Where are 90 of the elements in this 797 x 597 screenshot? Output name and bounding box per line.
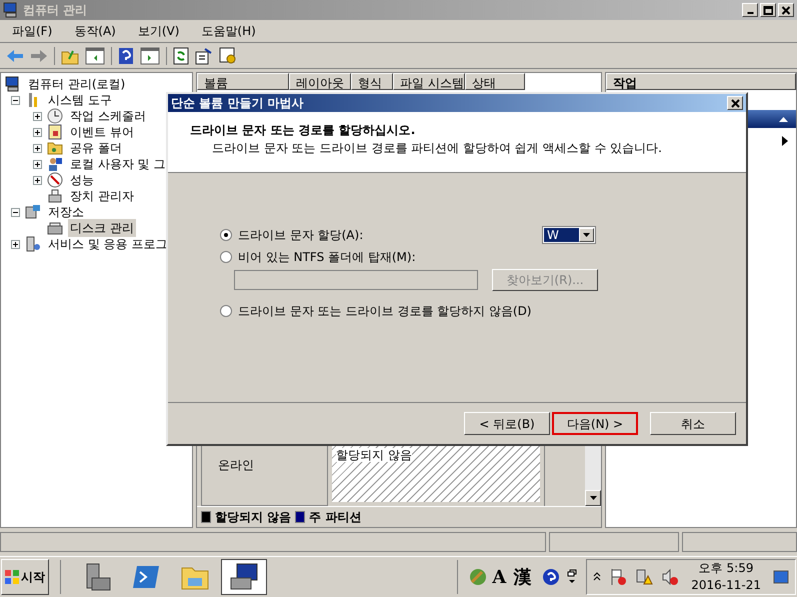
computer-icon bbox=[5, 76, 21, 92]
show-desktop-icon[interactable] bbox=[773, 570, 789, 584]
tree-item[interactable]: 공유 폴더 bbox=[68, 139, 124, 157]
plus-icon bbox=[34, 128, 41, 136]
help-icon[interactable] bbox=[118, 46, 134, 64]
minimize-button[interactable] bbox=[742, 3, 758, 17]
expander-toggle[interactable] bbox=[33, 112, 42, 120]
storage-icon bbox=[25, 204, 41, 220]
column-header[interactable]: 레이아웃 bbox=[289, 73, 351, 90]
close-button[interactable] bbox=[727, 96, 743, 110]
clock-icon bbox=[47, 108, 63, 124]
legend-label: 할당되지 않음 bbox=[215, 509, 292, 526]
maximize-button[interactable] bbox=[760, 3, 776, 17]
log-icon bbox=[47, 124, 63, 140]
start-button[interactable]: 시작 bbox=[1, 559, 49, 595]
expander-toggle[interactable] bbox=[11, 96, 20, 104]
printer-icon bbox=[47, 188, 63, 204]
legend-label: 주 파티션 bbox=[309, 509, 362, 526]
expander-toggle[interactable] bbox=[11, 240, 20, 248]
plus-icon bbox=[34, 144, 41, 152]
show-hidden-icon[interactable] bbox=[593, 572, 602, 582]
dialog-heading: 드라이브 문자 또는 경로를 할당하십시오. bbox=[190, 122, 416, 139]
computer-icon bbox=[3, 2, 19, 18]
close-button[interactable] bbox=[778, 3, 794, 17]
menu-item[interactable]: 보기(V) bbox=[138, 22, 180, 40]
tree-item[interactable]: 시스템 도구 bbox=[46, 91, 114, 109]
close-icon bbox=[730, 98, 740, 108]
tree-item[interactable]: 성능 bbox=[68, 171, 96, 189]
help-icon[interactable] bbox=[542, 568, 560, 586]
restore-icon[interactable] bbox=[567, 569, 578, 585]
dialog-title: 단순 볼륨 만들기 마법사 bbox=[171, 95, 304, 112]
flag-error-icon[interactable] bbox=[609, 568, 628, 586]
expander-toggle[interactable] bbox=[11, 208, 20, 216]
disk-icon bbox=[47, 220, 63, 236]
expander-toggle[interactable] bbox=[33, 176, 42, 184]
language-indicator[interactable]: A bbox=[490, 564, 508, 590]
column-header[interactable]: 파일 시스템 bbox=[393, 73, 465, 90]
collapse-icon[interactable] bbox=[779, 116, 788, 122]
window-title: 컴퓨터 관리 bbox=[23, 2, 88, 19]
tree-item[interactable]: 저장소 bbox=[46, 203, 86, 221]
radio-button[interactable] bbox=[220, 305, 232, 317]
close-icon bbox=[781, 6, 791, 14]
expander-toggle[interactable] bbox=[33, 144, 42, 152]
dropdown-arrow-icon bbox=[583, 233, 590, 237]
disk-status: 온라인 bbox=[218, 458, 254, 472]
tree-item[interactable]: 이벤트 뷰어 bbox=[68, 123, 136, 141]
scroll-down-button[interactable] bbox=[585, 490, 601, 506]
radio-label[interactable]: 드라이브 문자 할당(A): bbox=[238, 226, 364, 244]
expand-arrow-icon[interactable] bbox=[782, 136, 788, 146]
down-arrow-icon bbox=[590, 496, 596, 500]
plus-icon bbox=[12, 240, 19, 248]
speaker-muted-icon[interactable] bbox=[661, 568, 680, 586]
language-indicator[interactable]: 漢 bbox=[511, 564, 534, 590]
plus-icon bbox=[34, 176, 41, 184]
actions-header: 작업 bbox=[606, 73, 796, 90]
users-icon bbox=[47, 156, 63, 172]
expander-toggle[interactable] bbox=[33, 160, 42, 168]
tree-item[interactable]: 컴퓨터 관리(로컬) bbox=[26, 75, 128, 93]
pane-icon[interactable] bbox=[85, 46, 105, 64]
partition-status: 할당되지 않음 bbox=[336, 448, 412, 462]
properties-icon[interactable] bbox=[195, 46, 213, 64]
radio-label[interactable]: 드라이브 문자 또는 드라이브 경로를 할당하지 않음(D) bbox=[238, 302, 532, 320]
tree-item[interactable]: 디스크 관리 bbox=[68, 219, 136, 237]
tree-item[interactable]: 장치 관리자 bbox=[68, 187, 136, 205]
plus-icon bbox=[34, 160, 41, 168]
windows-logo-icon bbox=[4, 569, 20, 585]
tree-item[interactable]: 서비스 및 응용 프로그 bbox=[46, 235, 170, 253]
folder-icon bbox=[47, 140, 63, 156]
maximize-icon bbox=[763, 6, 773, 14]
menu-item[interactable]: 도움말(H) bbox=[201, 22, 256, 40]
dialog-button[interactable]: < 뒤로(B) bbox=[464, 412, 550, 435]
dialog-button[interactable]: 취소 bbox=[650, 412, 736, 435]
menu-item[interactable]: 동작(A) bbox=[74, 22, 116, 40]
plus-icon bbox=[34, 112, 41, 120]
pane-icon[interactable] bbox=[140, 46, 160, 64]
menu-item[interactable]: 파일(F) bbox=[12, 22, 52, 40]
dialog-button[interactable]: 다음(N) > bbox=[552, 412, 638, 435]
tree-item[interactable]: 작업 스케줄러 bbox=[68, 107, 148, 125]
clock[interactable]: 오후 5:59 2016-11-21 bbox=[687, 560, 765, 594]
drive-letter-dropdown[interactable]: W bbox=[542, 226, 596, 244]
refresh-icon[interactable] bbox=[173, 46, 189, 64]
column-header[interactable]: 상태 bbox=[465, 73, 525, 90]
tree-item[interactable]: 로컬 사용자 및 그 bbox=[68, 155, 168, 173]
column-header[interactable]: 볼륨 bbox=[197, 73, 289, 90]
expander-toggle[interactable] bbox=[33, 128, 42, 136]
minimize-icon bbox=[746, 12, 754, 14]
dialog-description: 드라이브 문자 또는 드라이브 경로를 파티션에 할당하여 쉽게 액세스할 수 있습니다. bbox=[211, 140, 663, 157]
radio-button[interactable] bbox=[220, 229, 232, 241]
taskbar-button[interactable] bbox=[221, 559, 267, 595]
column-header[interactable]: 형식 bbox=[351, 73, 393, 90]
